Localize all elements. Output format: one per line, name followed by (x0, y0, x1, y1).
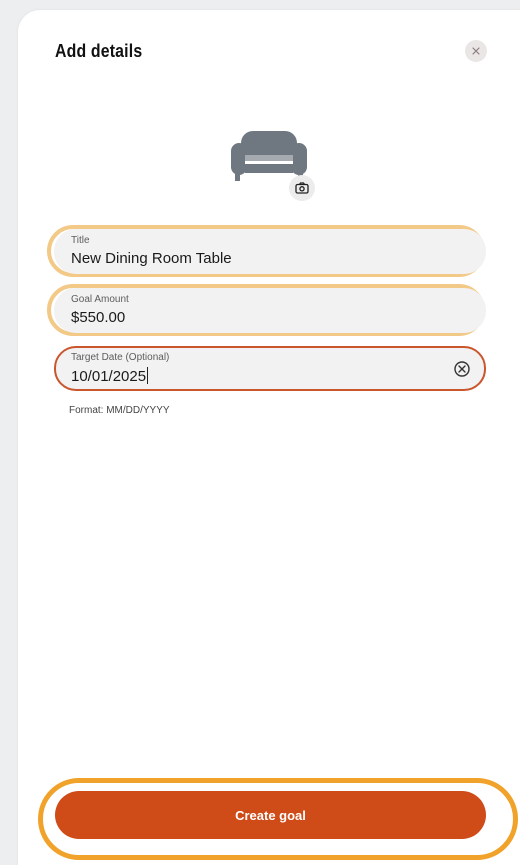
camera-icon (295, 182, 309, 194)
create-goal-button[interactable]: Create goal (55, 791, 486, 839)
close-button[interactable] (465, 40, 487, 62)
sofa-icon (231, 131, 307, 181)
title-field-label: Title (71, 235, 90, 246)
dialog-title: Add details (55, 41, 143, 61)
goal-image[interactable] (229, 127, 319, 207)
target-date-input-wrap[interactable]: 10/01/2025 (71, 367, 149, 385)
target-date-field-label: Target Date (Optional) (71, 352, 170, 363)
text-caret (147, 367, 149, 384)
title-field[interactable]: Title New Dining Room Table (54, 229, 486, 274)
add-details-dialog: Add details Title New Dining Room Table … (18, 10, 520, 865)
title-input[interactable]: New Dining Room Table (71, 250, 232, 267)
clear-icon (454, 361, 470, 377)
target-date-input[interactable]: 10/01/2025 (71, 368, 146, 385)
close-icon (472, 47, 480, 55)
goal-amount-input[interactable]: $550.00 (71, 309, 125, 326)
change-photo-button[interactable] (289, 175, 315, 201)
clear-date-button[interactable] (452, 359, 472, 379)
target-date-field[interactable]: Target Date (Optional) 10/01/2025 (54, 346, 486, 391)
date-format-helper: Format: MM/DD/YYYY (69, 405, 170, 416)
goal-amount-field[interactable]: Goal Amount $550.00 (54, 288, 486, 333)
goal-amount-field-label: Goal Amount (71, 294, 129, 305)
